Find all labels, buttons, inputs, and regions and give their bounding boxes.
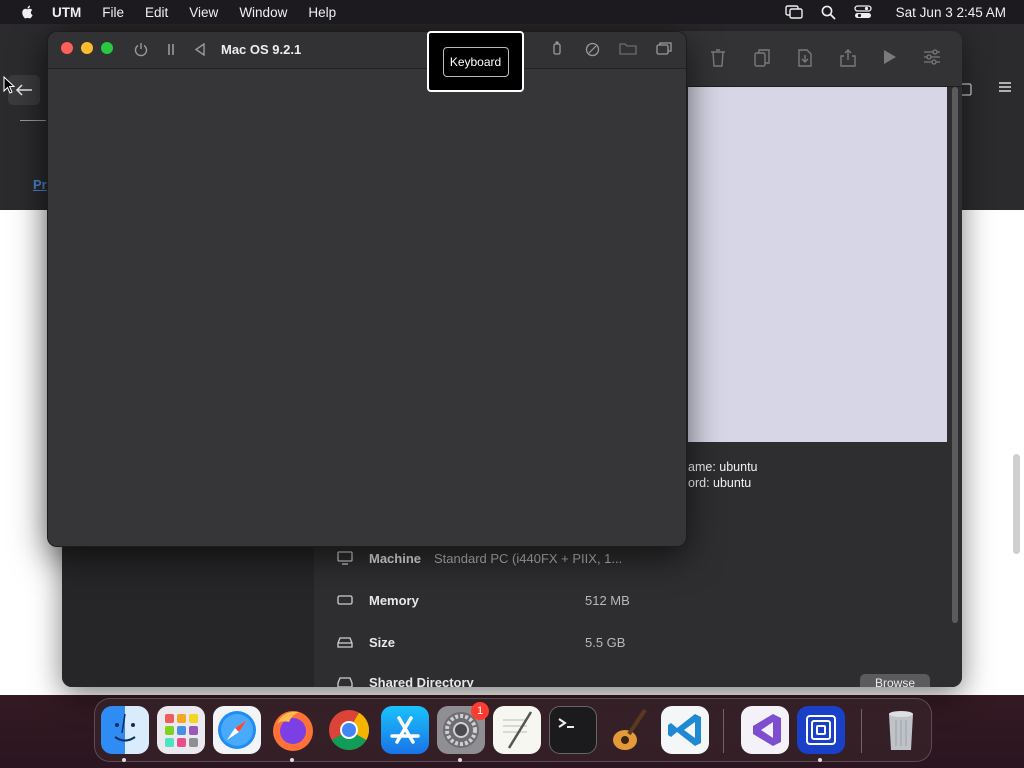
detail-value: 512 MB — [585, 592, 630, 608]
search-icon[interactable] — [821, 5, 836, 20]
dock-visual-studio-icon[interactable] — [741, 706, 789, 754]
detail-label: Machine — [369, 550, 422, 566]
dock-separator — [861, 709, 862, 753]
mouse-cursor-icon — [3, 76, 15, 94]
menu-file[interactable]: File — [102, 5, 124, 20]
scrollbar-thumb[interactable] — [952, 87, 958, 623]
divider — [20, 120, 46, 121]
vm-display-window: Mac OS 9.2.1 — [47, 31, 687, 547]
detail-label: Size — [369, 634, 396, 650]
menu-help[interactable]: Help — [308, 5, 336, 20]
detail-label: Shared Directory — [369, 674, 474, 688]
menu-bar: UTM File Edit View Window Help Sat Jun 3… — [0, 0, 1024, 24]
control-center-icon[interactable] — [854, 5, 872, 19]
vm-notes: ame: ubuntu ord: ubuntu — [688, 459, 758, 491]
screen-mirroring-icon[interactable] — [784, 5, 803, 19]
dock-garageband-icon[interactable] — [605, 706, 653, 754]
running-indicator — [818, 758, 822, 762]
menu-clock[interactable]: Sat Jun 3 2:45 AM — [896, 5, 1006, 20]
menu-window[interactable]: Window — [239, 5, 287, 20]
play-icon[interactable] — [883, 49, 897, 65]
detail-label: Memory — [369, 592, 419, 608]
detail-row-memory: Memory 512 MB — [337, 590, 937, 610]
shared-folder-icon[interactable] — [619, 41, 637, 55]
detail-row-shared-directory: Shared Directory — [337, 672, 937, 687]
page-link[interactable]: Pr — [33, 177, 47, 192]
dock-trash-icon[interactable] — [877, 706, 925, 754]
dock-vscode-icon[interactable] — [661, 706, 709, 754]
drive-icon — [337, 636, 355, 648]
detail-scrollbar[interactable] — [950, 87, 960, 627]
power-icon[interactable] — [134, 42, 148, 57]
dock-safari-icon[interactable] — [213, 706, 261, 754]
pause-icon[interactable] — [166, 43, 176, 56]
zoom-button[interactable] — [101, 42, 113, 54]
vm-screen[interactable] — [48, 69, 686, 546]
running-indicator — [122, 758, 126, 762]
running-indicator — [290, 758, 294, 762]
trash-icon[interactable] — [710, 49, 726, 67]
arrow-left-icon — [15, 84, 32, 96]
folder-icon — [337, 676, 355, 687]
keyboard-tooltip: Keyboard — [427, 31, 524, 92]
clone-icon[interactable] — [754, 49, 770, 67]
dock-launchpad-icon[interactable] — [157, 706, 205, 754]
usb-icon[interactable] — [553, 41, 561, 56]
dock-textedit-icon[interactable] — [493, 706, 541, 754]
vm-window-title: Mac OS 9.2.1 — [221, 42, 302, 57]
browse-button[interactable]: Browse — [860, 674, 930, 687]
vm-titlebar[interactable]: Mac OS 9.2.1 — [48, 32, 686, 69]
apple-menu-icon[interactable] — [18, 4, 38, 20]
detail-row-machine: Machine Standard PC (i440FX + PIIX, 1... — [337, 548, 937, 568]
menu-edit[interactable]: Edit — [145, 5, 168, 20]
detail-value: Standard PC (i440FX + PIIX, 1... — [434, 550, 623, 566]
monitor-icon — [337, 551, 355, 565]
hamburger-menu-icon[interactable] — [998, 81, 1012, 93]
export-icon[interactable] — [798, 49, 812, 67]
drive-disc-icon[interactable] — [585, 42, 600, 57]
page-scrollbar[interactable] — [1013, 454, 1020, 554]
memory-icon — [337, 594, 355, 606]
credential-password: ord: ubuntu — [688, 476, 752, 490]
dock-separator — [723, 709, 724, 753]
dock-finder-icon[interactable] — [101, 706, 149, 754]
close-button[interactable] — [61, 42, 73, 54]
dock: 1 — [94, 698, 932, 762]
share-icon[interactable] — [840, 49, 856, 67]
detail-value: 5.5 GB — [585, 634, 626, 650]
dock-terminal-icon[interactable] — [549, 706, 597, 754]
credential-username: ame: ubuntu — [688, 460, 758, 474]
minimize-button[interactable] — [81, 42, 93, 54]
menu-app-utm[interactable]: UTM — [52, 5, 81, 20]
settings-sliders-icon[interactable] — [923, 49, 941, 65]
dock-utm-icon[interactable] — [797, 706, 845, 754]
vm-preview-screen[interactable] — [688, 87, 947, 442]
notification-badge: 1 — [471, 702, 489, 720]
dock-app-store-icon[interactable] — [381, 706, 429, 754]
menu-view[interactable]: View — [189, 5, 218, 20]
restart-icon[interactable] — [194, 43, 206, 56]
keyboard-button[interactable]: Keyboard — [442, 46, 509, 77]
detail-row-size: Size 5.5 GB — [337, 632, 937, 652]
dock-firefox-icon[interactable] — [269, 706, 317, 754]
running-indicator — [458, 758, 462, 762]
dock-chrome-icon[interactable] — [325, 706, 373, 754]
windows-icon[interactable] — [656, 42, 672, 55]
